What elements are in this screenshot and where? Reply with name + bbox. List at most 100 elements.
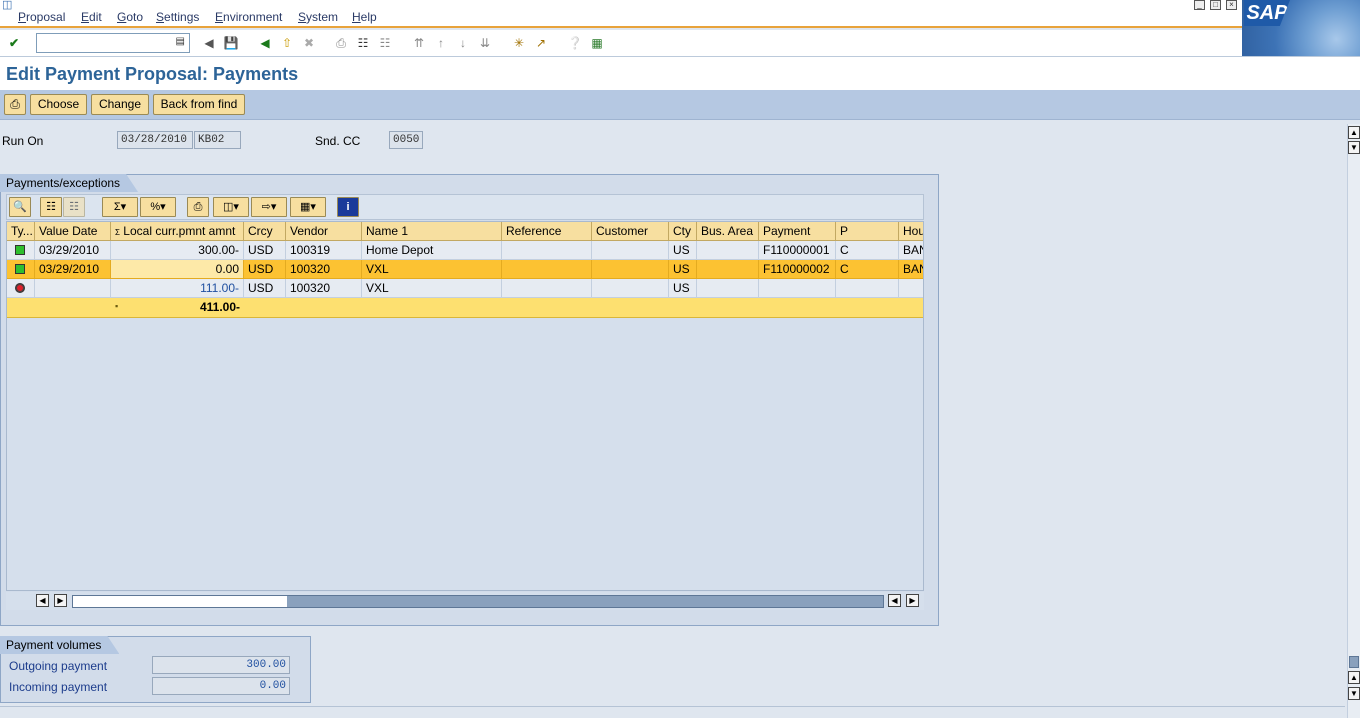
payment-cell: F110000002	[759, 260, 836, 279]
help-icon[interactable]: ❔	[566, 34, 584, 52]
bus-area-cell	[697, 279, 759, 298]
back-icon[interactable]: ◀	[256, 34, 274, 52]
scroll-down-page-icon[interactable]: ▼	[1348, 141, 1360, 154]
amount-cell[interactable]: 111.00-	[111, 279, 244, 298]
p-cell: C	[836, 260, 899, 279]
print-preview-icon: ⎙	[193, 201, 203, 213]
name-cell: VXL	[362, 260, 502, 279]
print-button[interactable]: ⎙	[4, 94, 26, 115]
scroll-up-icon[interactable]: ▲	[1348, 126, 1360, 139]
hou-cell	[899, 279, 923, 298]
col-header-type[interactable]: Ty...	[7, 222, 35, 241]
choose-button[interactable]: Choose	[30, 94, 87, 115]
scroll-thumb[interactable]	[73, 596, 287, 607]
last-page-icon[interactable]: ⇊	[476, 34, 494, 52]
scroll-left-end-icon[interactable]: ◀	[888, 594, 901, 607]
scroll-right-icon[interactable]: ▶	[54, 594, 67, 607]
col-header-amount-label: Local curr.pmnt amnt	[123, 224, 236, 238]
menu-environment[interactable]: Environment	[215, 10, 282, 24]
create-session-icon[interactable]: ✳	[510, 34, 528, 52]
layout-icon: ▦▾	[300, 201, 316, 213]
restore-icon[interactable]: □	[1210, 0, 1221, 10]
export-button[interactable]: ⇨▾	[251, 197, 287, 217]
information-button[interactable]: i	[337, 197, 359, 217]
page-title: Edit Payment Proposal: Payments	[6, 64, 299, 84]
cancel-icon[interactable]: ✖	[300, 34, 318, 52]
previous-page-icon[interactable]: ↑	[432, 34, 450, 52]
cty-cell: US	[669, 279, 697, 298]
col-header-name[interactable]: Name 1	[362, 222, 502, 241]
command-field[interactable]: ▤	[36, 33, 190, 53]
vertical-scroll-thumb[interactable]	[1349, 656, 1359, 668]
run-on-id-field: KB02	[194, 131, 241, 149]
amount-cell[interactable]: 300.00-	[111, 241, 244, 260]
col-header-reference[interactable]: Reference	[502, 222, 592, 241]
total-button[interactable]: Σ▾	[102, 197, 138, 217]
col-header-hou[interactable]: Hou	[899, 222, 923, 241]
magnifier-icon: 🔍	[13, 201, 27, 213]
bus-area-cell	[697, 241, 759, 260]
save-icon[interactable]: 💾	[222, 34, 240, 52]
enter-check-icon[interactable]: ✔	[5, 34, 23, 52]
scroll-up-end-icon[interactable]: ▲	[1348, 671, 1360, 684]
info-icon: i	[346, 201, 350, 213]
menu-help[interactable]: Help	[352, 10, 377, 24]
p-cell: C	[836, 241, 899, 260]
views-button[interactable]: ◫▾	[213, 197, 249, 217]
table-row[interactable]: 111.00- USD 100320 VXL US	[7, 279, 923, 298]
scroll-down-icon[interactable]: ▼	[1348, 687, 1360, 700]
find-button[interactable]: ☷	[40, 197, 62, 217]
find-next-button[interactable]: ☷	[63, 197, 85, 217]
close-icon[interactable]: ×	[1226, 0, 1237, 10]
payment-volumes-title: Payment volumes	[0, 636, 119, 654]
name-cell: Home Depot	[362, 241, 502, 260]
col-header-customer[interactable]: Customer	[592, 222, 669, 241]
type-cell	[7, 241, 35, 260]
type-cell	[7, 260, 35, 279]
col-header-cty[interactable]: Cty	[669, 222, 697, 241]
col-header-crcy[interactable]: Crcy	[244, 222, 286, 241]
col-header-vendor[interactable]: Vendor	[286, 222, 362, 241]
scroll-left-icon[interactable]: ◀	[36, 594, 49, 607]
first-page-icon[interactable]: ⇈	[410, 34, 428, 52]
col-header-value-date[interactable]: Value Date	[35, 222, 111, 241]
menu-proposal[interactable]: Proposal	[18, 10, 65, 24]
prev-entry-icon[interactable]: ◀	[200, 34, 218, 52]
customer-cell	[592, 260, 669, 279]
table-row[interactable]: 03/29/2010 300.00- USD 100319 Home Depot…	[7, 241, 923, 260]
back-from-find-button[interactable]: Back from find	[153, 94, 245, 115]
menu-edit[interactable]: Edit	[81, 10, 102, 24]
print-icon[interactable]: ⎙	[332, 34, 350, 52]
subtotal-button[interactable]: %▾	[140, 197, 176, 217]
command-field-dropdown-icon[interactable]: ▤	[176, 36, 185, 47]
exit-icon[interactable]: ⇧	[278, 34, 296, 52]
change-button[interactable]: Change	[91, 94, 149, 115]
shortcut-icon[interactable]: ↗	[532, 34, 550, 52]
layout-menu-icon[interactable]: ▦	[588, 34, 606, 52]
minimize-icon[interactable]: _	[1194, 0, 1205, 10]
scroll-right-end-icon[interactable]: ▶	[906, 594, 919, 607]
menu-system[interactable]: System	[298, 10, 338, 24]
print-preview-button[interactable]: ⎙	[187, 197, 209, 217]
col-header-p[interactable]: P	[836, 222, 899, 241]
payments-exceptions-title: Payments/exceptions	[0, 174, 138, 192]
menu-settings[interactable]: Settings	[156, 10, 199, 24]
name-cell: VXL	[362, 279, 502, 298]
page-vertical-scrollbar[interactable]: ▲ ▼ ▲ ▼	[1347, 124, 1360, 718]
scroll-track[interactable]	[72, 595, 884, 608]
details-button[interactable]: 🔍	[9, 197, 31, 217]
find-next-icon[interactable]: ☷	[376, 34, 394, 52]
col-header-amount[interactable]: Σ Local curr.pmnt amnt	[111, 222, 244, 241]
col-header-payment[interactable]: Payment	[759, 222, 836, 241]
vendor-cell: 100319	[286, 241, 362, 260]
table-horizontal-scrollbar[interactable]: ◀ ▶ ◀ ▶	[6, 592, 924, 610]
table-row[interactable]: 03/29/2010 0.00 USD 100320 VXL US F11000…	[7, 260, 923, 279]
next-page-icon[interactable]: ↓	[454, 34, 472, 52]
menu-goto[interactable]: Goto	[117, 10, 143, 24]
amount-cell[interactable]: 0.00	[111, 260, 244, 279]
find-icon[interactable]: ☷	[354, 34, 372, 52]
layout-button[interactable]: ▦▾	[290, 197, 326, 217]
value-date-cell: 03/29/2010	[35, 260, 111, 279]
col-header-bus-area[interactable]: Bus. Area	[697, 222, 759, 241]
total-amount: 411.00-	[199, 300, 240, 314]
